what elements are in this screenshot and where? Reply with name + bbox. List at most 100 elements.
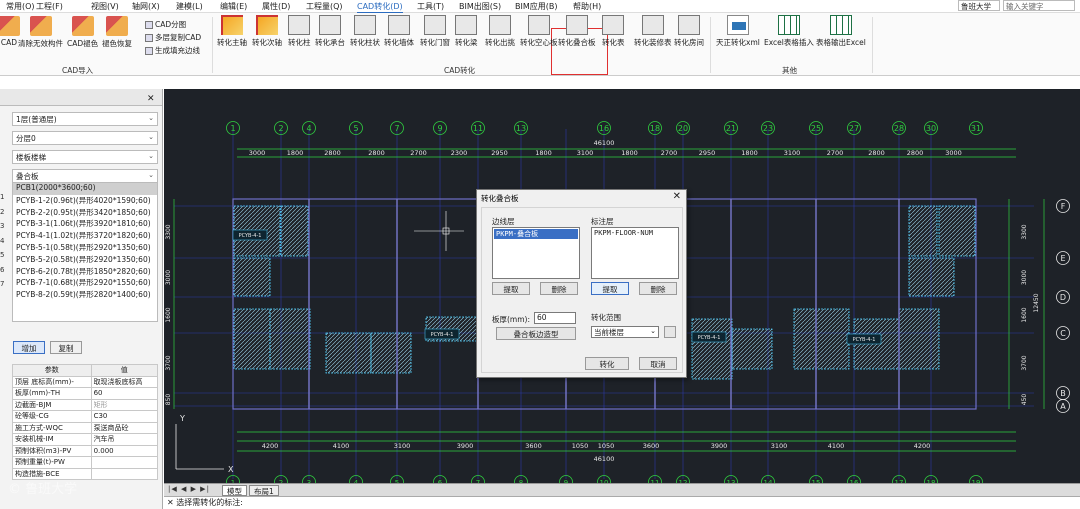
ribbon-button[interactable]: 转化次轴 [252, 15, 282, 48]
dimension-text: 1050 [572, 442, 589, 450]
ribbon-button[interactable]: 转化主轴 [217, 15, 247, 48]
ribbon-button[interactable]: 褪色恢复 [102, 15, 132, 49]
add-button[interactable]: 增加 [13, 341, 45, 354]
prop-row[interactable]: 安装机械-IM 汽车吊 [12, 433, 159, 446]
list-item[interactable]: PCYB-2-2(0.95t)(异形3420*1850;60) [13, 207, 157, 219]
ribbon-button[interactable]: CAD褪色 [67, 15, 98, 49]
range-select[interactable]: 当前楼层 ⌄ [591, 326, 659, 338]
edge-delete-button[interactable]: 删除 [540, 282, 578, 295]
menu-item[interactable]: 视图(V) [91, 1, 119, 12]
prop-value[interactable] [90, 456, 159, 469]
convert-button[interactable]: 转化 [585, 357, 629, 370]
tab-model[interactable]: 模型 [222, 485, 247, 496]
ribbon-button[interactable]: CAD [0, 15, 20, 47]
ribbon-button[interactable]: 转化柱状 [350, 15, 380, 48]
cancel-button[interactable]: 取消 [639, 357, 677, 370]
prop-row[interactable]: 砼等级-CG C30 [12, 410, 159, 423]
list-item[interactable]: PCYB-4-1(1.02t)(异形3720*1820;60) [13, 230, 157, 242]
prop-value[interactable]: 矩形 [90, 398, 159, 411]
note-pick-button[interactable]: 提取 [591, 282, 629, 295]
ribbon-small-button[interactable]: CAD分图 [145, 19, 186, 30]
list-item[interactable]: PCB1(2000*3600;60) [13, 183, 157, 195]
menu-item[interactable]: 工具(T) [417, 1, 444, 12]
ribbon-button[interactable]: 天正转化xml [716, 15, 760, 48]
ribbon-button[interactable]: 转化叠合板 [558, 15, 596, 48]
close-icon[interactable]: ✕ [673, 191, 681, 202]
ribbon-button[interactable]: 转化表 [602, 15, 625, 48]
menu-item[interactable]: 轴网(X) [132, 1, 160, 12]
tab-layout1[interactable]: 布局1 [249, 485, 279, 496]
list-item[interactable]: PCYB-3-1(1.06t)(异形3920*1810;60) [13, 218, 157, 230]
prop-value[interactable]: 60 [90, 387, 159, 400]
row-marker: 4 [0, 236, 5, 245]
list-item[interactable]: PCYB-5-2(0.58t)(异形2920*1350;60) [13, 254, 157, 266]
ribbon-button[interactable]: 转化空心板 [520, 15, 558, 48]
edge-shape-button[interactable]: 叠合板边造型 [496, 327, 576, 340]
prop-row[interactable]: 预制重量(t)-PW [12, 456, 159, 469]
menu-item[interactable]: 工程(F) [36, 1, 63, 12]
tab-nav-arrows[interactable]: |◀ ◀ ▶ ▶| [168, 485, 210, 493]
list-item[interactable]: PCYB-8-2(0.59t)(异形2820*1400;60) [13, 289, 157, 301]
prop-value[interactable]: 取现浇板底标高 [90, 375, 159, 388]
prop-row[interactable]: 板厚(mm)-TH 60 [12, 387, 159, 400]
panel-dropdown[interactable]: 楼板楼梯 ⌄ [12, 150, 158, 164]
tool-icon [145, 20, 153, 29]
list-item[interactable]: PCYB-5-1(0.58t)(异形2920*1350;60) [13, 242, 157, 254]
thickness-input[interactable]: 60 [534, 312, 576, 324]
menu-item[interactable]: 属性(D) [262, 1, 290, 12]
user-dropdown[interactable]: 鲁班大学 [958, 0, 1000, 11]
list-item[interactable]: PCYB-6-2(0.78t)(异形1850*2820;60) [13, 266, 157, 278]
prop-value[interactable]: 泵送商品砼 [90, 421, 159, 434]
prop-row[interactable]: 预制体积(m3)-PV 0.000 [12, 444, 159, 457]
prop-value[interactable]: C30 [90, 410, 159, 423]
menu-item[interactable]: 帮助(H) [573, 1, 601, 12]
prop-row[interactable]: 边截面-BJM 矩形 [12, 398, 159, 411]
copy-button[interactable]: 复制 [50, 341, 82, 354]
menu-item[interactable]: BIM应用(B) [515, 1, 557, 12]
note-layer-list[interactable]: PKPM-FLOOR-NUM [591, 227, 679, 279]
ribbon-button[interactable]: 转化出挑 [485, 15, 515, 48]
prop-row[interactable]: 顶层 底标高(mm)- 取现浇板底标高 [12, 375, 159, 388]
note-layer-item[interactable]: PKPM-FLOOR-NUM [592, 229, 678, 237]
ribbon-button[interactable]: 表格输出Excel [816, 15, 866, 48]
menu-item[interactable]: BIM出图(S) [459, 1, 501, 12]
ribbon-button[interactable]: 转化房间 [674, 15, 704, 48]
ribbon-button[interactable]: 清除无效构件 [18, 15, 63, 49]
ribbon-button[interactable]: 转化柱 [288, 15, 311, 48]
menu-item[interactable]: 常用(O) [6, 1, 35, 12]
dropdown-value: 1层(普通层) [16, 115, 57, 124]
prop-value[interactable]: 汽车吊 [90, 433, 159, 446]
edge-layer-list[interactable]: PKPM-叠合板 [492, 227, 580, 279]
panel-dropdown[interactable]: 叠合板 ⌄ [12, 169, 158, 183]
command-line[interactable]: ✕ 选择需转化的标注: [164, 496, 1080, 509]
ribbon-button[interactable]: 转化门窗 [420, 15, 450, 48]
ribbon-small-button[interactable]: 生成填充边线 [145, 45, 200, 56]
component-list[interactable]: PCB1(2000*3600;60) PCYB-1-2(0.96t)(异形4020… [12, 182, 158, 322]
prop-value[interactable]: 0.000 [90, 444, 159, 457]
close-icon[interactable]: ✕ [147, 94, 155, 104]
list-item[interactable]: PCYB-7-1(0.68t)(异形2920*1550;60) [13, 277, 157, 289]
ribbon-button[interactable]: 转化墙体 [384, 15, 414, 48]
edge-layer-item[interactable]: PKPM-叠合板 [494, 229, 578, 239]
menu-item[interactable]: 工程量(Q) [306, 1, 343, 12]
axis-number: 21 [726, 124, 736, 133]
panel-dropdown[interactable]: 分层0 ⌄ [12, 131, 158, 145]
list-item[interactable]: PCYB-1-2(0.96t)(异形4020*1590;60) [13, 195, 157, 207]
search-input[interactable]: 输入关键字 [1003, 0, 1075, 11]
prop-row[interactable]: 施工方式-WQC 泵送商品砼 [12, 421, 159, 434]
prop-value[interactable] [90, 467, 159, 480]
edge-pick-button[interactable]: 提取 [492, 282, 530, 295]
menu-item[interactable]: 编辑(E) [220, 1, 247, 12]
ribbon-button[interactable]: 转化梁 [455, 15, 478, 48]
slab-panel [908, 205, 938, 257]
note-delete-button[interactable]: 删除 [639, 282, 677, 295]
ribbon-small-button[interactable]: 多层复制CAD [145, 32, 201, 43]
close-icon[interactable]: ✕ [167, 498, 176, 507]
menu-item[interactable]: 建模(L) [176, 1, 203, 12]
panel-dropdown[interactable]: 1层(普通层) ⌄ [12, 112, 158, 126]
ribbon-button[interactable]: Excel表格插入 [764, 15, 814, 48]
ribbon-button[interactable]: 转化装修表 [634, 15, 672, 48]
ucs-label: Y [179, 414, 185, 423]
ribbon-button[interactable]: 转化承台 [315, 15, 345, 48]
pick-range-icon[interactable] [664, 326, 676, 338]
